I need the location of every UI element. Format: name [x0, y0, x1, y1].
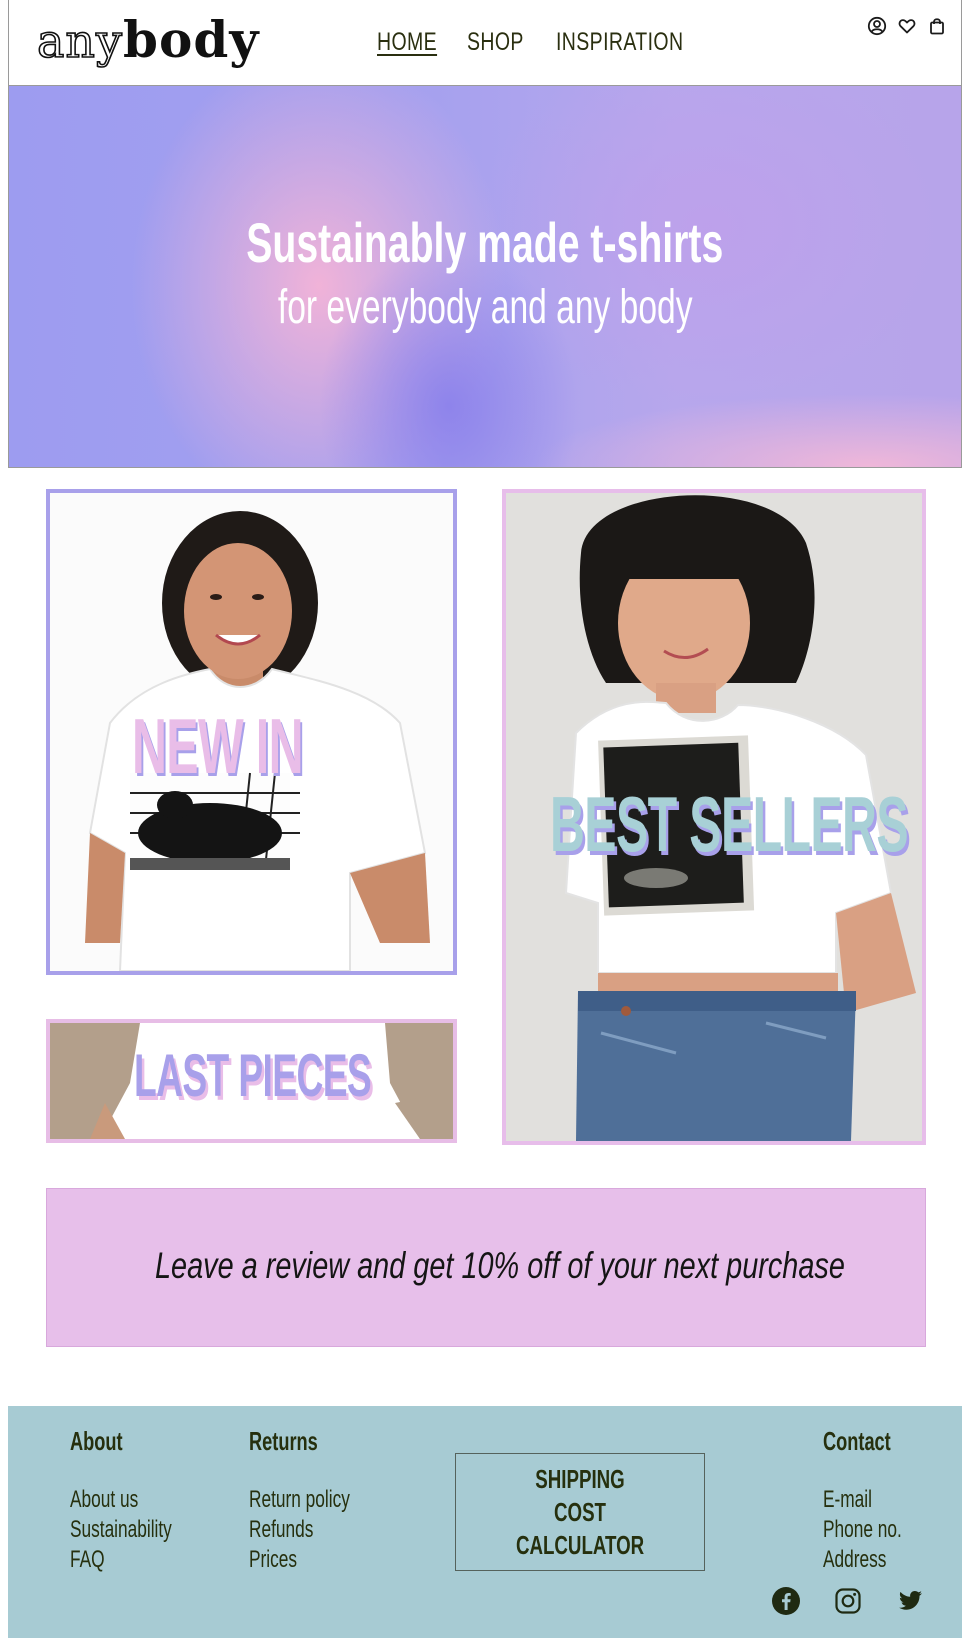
footer-link-email[interactable]: E-mail: [823, 1485, 902, 1515]
tile-last-pieces[interactable]: LAST PIECES: [46, 1019, 457, 1143]
tile-new-in[interactable]: NEW IN: [46, 489, 457, 975]
shipping-button-line2: CALCULATOR: [515, 1529, 645, 1560]
footer-about: About About us Sustainability FAQ: [70, 1426, 211, 1575]
nav-inspiration[interactable]: INSPIRATION: [556, 28, 683, 57]
hero-title: Sustainably made t-shirts: [246, 211, 724, 274]
hero-banner: Sustainably made t-shirts for everybody …: [8, 86, 962, 468]
site-header: any body HOME SHOP INSPIRATION: [8, 0, 962, 86]
footer-link-return-policy[interactable]: Return policy: [249, 1485, 350, 1515]
tile-best-sellers[interactable]: BEST SELLERS: [502, 489, 926, 1145]
footer-about-heading: About: [70, 1426, 123, 1456]
shopping-bag-icon[interactable]: [927, 16, 947, 36]
footer-contact-heading: Contact: [823, 1426, 891, 1456]
nav-shop[interactable]: SHOP: [467, 28, 524, 57]
footer-link-sustainability[interactable]: Sustainability: [70, 1515, 172, 1545]
site-footer: About About us Sustainability FAQ Return…: [8, 1406, 962, 1638]
nav-home[interactable]: HOME: [377, 28, 437, 57]
best-sellers-label: BEST SELLERS: [550, 780, 909, 868]
last-pieces-label: LAST PIECES: [134, 1042, 372, 1109]
footer-link-address[interactable]: Address: [823, 1545, 902, 1575]
footer-returns: Returns Return policy Refunds Prices: [249, 1426, 389, 1575]
twitter-icon[interactable]: [895, 1586, 925, 1616]
footer-returns-heading: Returns: [249, 1426, 318, 1456]
footer-contact: Contact E-mail Phone no. Address: [823, 1426, 932, 1575]
hero-subtitle: for everybody and any body: [277, 281, 693, 334]
footer-link-faq[interactable]: FAQ: [70, 1545, 172, 1575]
user-icon[interactable]: [867, 16, 887, 36]
main-nav: HOME SHOP INSPIRATION: [9, 28, 961, 64]
shipping-cost-calculator-button[interactable]: SHIPPING COST CALCULATOR: [455, 1453, 705, 1571]
new-in-label: NEW IN: [132, 702, 304, 790]
shipping-button-line1: SHIPPING COST: [535, 1463, 625, 1527]
social-links: [771, 1586, 925, 1616]
footer-link-refunds[interactable]: Refunds: [249, 1515, 350, 1545]
heart-icon[interactable]: [897, 16, 917, 36]
footer-link-prices[interactable]: Prices: [249, 1545, 350, 1575]
promo-text: Leave a review and get 10% off of your n…: [155, 1245, 845, 1286]
instagram-icon[interactable]: [833, 1586, 863, 1616]
footer-link-phone[interactable]: Phone no.: [823, 1515, 902, 1545]
facebook-icon[interactable]: [771, 1586, 801, 1616]
header-icons: [867, 16, 947, 36]
footer-link-about-us[interactable]: About us: [70, 1485, 172, 1515]
review-promo-banner[interactable]: Leave a review and get 10% off of your n…: [46, 1188, 926, 1347]
